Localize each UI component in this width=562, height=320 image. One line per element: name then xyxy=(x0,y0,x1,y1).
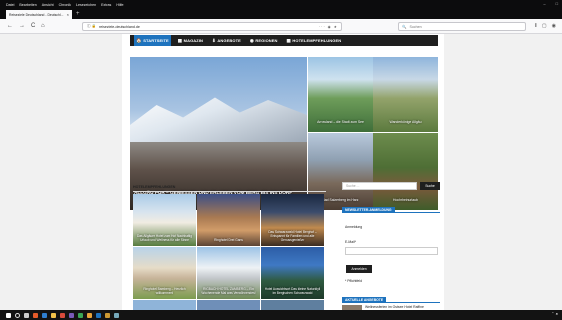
tab-close-icon[interactable]: × xyxy=(67,12,69,17)
hotel-card-caption: RIGBACH HOTEL ZAMBERG – Ein Wochenende M… xyxy=(201,287,256,295)
app-icon[interactable] xyxy=(60,312,65,318)
menu-lesezeichen[interactable]: Lesezeichen xyxy=(76,3,96,7)
grid-icon: ▦ xyxy=(286,37,291,43)
heading-line xyxy=(342,212,440,213)
site-info-icon[interactable]: ⓘ 🔒 xyxy=(87,24,96,29)
menu-chronik[interactable]: Chronik xyxy=(59,3,71,7)
hotel-card[interactable]: Das Schwarzwald Hotel Berghof – Entspann… xyxy=(261,194,324,246)
anmeldung-label: Anmeldung xyxy=(345,225,363,229)
hero-tile[interactable]: Wanderkönige Allgäu xyxy=(373,57,438,132)
minimize-icon[interactable]: – xyxy=(543,1,545,6)
nav-label: REGIONEN xyxy=(255,38,278,43)
task-view-icon[interactable] xyxy=(24,312,29,318)
home-icon: 🏠 xyxy=(136,37,142,43)
nav-magazin[interactable]: ▦ MAGAZIN xyxy=(176,35,205,46)
download-icon: ⬇ xyxy=(212,37,216,43)
app-icon[interactable] xyxy=(96,312,101,318)
nav-regionen[interactable]: ◉ REGIONEN xyxy=(248,35,280,46)
home-icon[interactable]: ⌂ xyxy=(41,23,45,29)
toolbar-icons: ⫴ ▢ ◉ xyxy=(535,23,556,29)
hero-tile[interactable]: Hochrheinurlaub xyxy=(373,133,438,210)
nav-hotelempfehlungen[interactable]: ▦ HOTELEMPFEHLUNGEN xyxy=(285,35,344,46)
hotel-card-caption: Das Schwarzwald Hotel Berghof – Entspann… xyxy=(268,230,317,242)
tab-title: Reiseziele Deutschland - Deutschl... xyxy=(9,12,64,17)
hotel-card-caption: Das Allgäuer Hotel zum Hof Nachhaltig Ur… xyxy=(136,234,193,242)
app-icon[interactable] xyxy=(69,312,74,318)
mountain-image xyxy=(130,97,307,145)
hotel-card-caption: Ringhotel Bamberg – Herzlich willkommen! xyxy=(143,287,186,295)
hotel-card-caption: Hotel Aussichtsort Das kleine Naturidyll… xyxy=(264,287,321,295)
folder-icon[interactable] xyxy=(51,312,56,318)
search-icon[interactable] xyxy=(15,312,20,318)
grid-icon: ▦ xyxy=(177,37,183,43)
hotel-card-caption: Ringhotel Drei Gans xyxy=(214,238,243,242)
library-icon[interactable]: ⫴ xyxy=(535,23,537,29)
page-actions-icon[interactable]: ··· ◉ ★ xyxy=(319,25,338,29)
hero-tile[interactable]: Arrowland – die Stadt zum See xyxy=(308,57,373,132)
offer-teaser[interactable]: Wellnessferien im Ostsee Hotel Raffine xyxy=(365,305,424,309)
search-placeholder: Suchen xyxy=(409,24,422,29)
heading-line xyxy=(342,302,440,303)
email-label: E-Mail* xyxy=(345,240,356,244)
browser-tabbar: Reiseziele Deutschland - Deutschl... × + xyxy=(0,9,562,19)
firefox-icon[interactable] xyxy=(87,312,92,318)
extension-icon[interactable]: ◉ xyxy=(552,23,556,29)
nav-label: MAGAZIN xyxy=(183,38,204,43)
newsletter-heading: NEWSLETTER-ANMELDUNG xyxy=(342,207,440,213)
hero-tile-caption: Arrowland – die Stadt zum See xyxy=(317,120,364,124)
web-page: 🏠 STARTSEITE ▦ MAGAZIN ⬇ ANGEBOTE ◉ REGI… xyxy=(122,34,444,310)
globe-icon: ◉ xyxy=(249,37,254,43)
email-field[interactable] xyxy=(345,247,438,255)
url-text[interactable]: reiseziele-deutschland.de xyxy=(99,25,140,29)
forward-icon[interactable]: → xyxy=(19,23,25,29)
menu-bearbeiten[interactable]: Bearbeiten xyxy=(19,3,36,7)
hero-tile-caption: Wanderkönige Allgäu xyxy=(389,120,422,124)
browser-tab[interactable]: Reiseziele Deutschland - Deutschl... × xyxy=(6,10,72,19)
maximize-icon[interactable]: □ xyxy=(556,1,558,6)
anmelden-button[interactable]: Anmelden xyxy=(346,265,372,273)
site-main-nav: 🏠 STARTSEITE ▦ MAGAZIN ⬇ ANGEBOTE ◉ REGI… xyxy=(130,35,438,46)
sidebar-search-button[interactable]: Suche xyxy=(420,182,440,190)
nav-label: ANGEBOTE xyxy=(217,38,241,43)
hotel-card[interactable]: Hotel Aussichtsort Das kleine Naturidyll… xyxy=(261,247,324,299)
nav-label: HOTELEMPFEHLUNGEN xyxy=(292,38,342,43)
windows-taskbar: ⌃ ᴥ xyxy=(0,310,562,320)
sidebar-search-input[interactable]: Suche ... xyxy=(342,182,417,190)
app-icon[interactable] xyxy=(78,312,83,318)
app-icon[interactable] xyxy=(33,312,38,318)
new-tab-button[interactable]: + xyxy=(76,10,80,18)
back-icon[interactable]: ← xyxy=(7,23,13,29)
app-icon[interactable] xyxy=(42,312,47,318)
hotel-card[interactable] xyxy=(261,300,324,310)
search-icon: 🔍 xyxy=(402,24,407,29)
browser-search-bar[interactable]: 🔍 Suchen xyxy=(398,22,526,31)
app-icon[interactable] xyxy=(105,312,110,318)
hotel-card[interactable]: RIGBACH HOTEL ZAMBERG – Ein Wochenende M… xyxy=(197,247,260,299)
menu-hilfe[interactable]: Hilfe xyxy=(116,3,123,7)
url-bar[interactable]: ⓘ 🔒 reiseziele-deutschland.de ··· ◉ ★ xyxy=(82,22,342,31)
nav-label: STARTSEITE xyxy=(143,38,169,43)
hotel-card[interactable] xyxy=(197,300,260,310)
menu-extras[interactable]: Extras xyxy=(101,3,111,7)
browser-menubar: Datei Bearbeiten Ansicht Chronik Lesezei… xyxy=(0,0,562,9)
sidebar-icon[interactable]: ▢ xyxy=(542,23,547,29)
reload-icon[interactable]: C xyxy=(31,23,35,29)
hotel-card[interactable]: Ringhotel Drei Gans xyxy=(197,194,260,246)
menu-ansicht[interactable]: Ansicht xyxy=(42,3,54,7)
menu-datei[interactable]: Datei xyxy=(6,3,14,7)
start-icon[interactable] xyxy=(6,312,11,318)
system-tray[interactable]: ⌃ ᴥ xyxy=(551,311,558,316)
app-icon[interactable] xyxy=(114,312,119,318)
nav-startseite[interactable]: 🏠 STARTSEITE xyxy=(134,35,171,46)
nav-angebote[interactable]: ⬇ ANGEBOTE xyxy=(210,35,243,46)
browser-navbar: ← → C ⌂ ⓘ 🔒 reiseziele-deutschland.de ··… xyxy=(0,19,562,34)
divider xyxy=(133,191,326,192)
section-title: HOTELEMPFEHLUNGEN xyxy=(133,185,176,189)
offers-heading: AKTUELLE ANGEBOTE xyxy=(342,297,440,303)
hotel-card[interactable]: Das Allgäuer Hotel zum Hof Nachhaltig Ur… xyxy=(133,194,196,246)
hotel-card[interactable] xyxy=(133,300,196,310)
required-note: * Pflichtfeld xyxy=(345,279,362,283)
hero-tile-caption: Hochrheinurlaub xyxy=(393,198,418,202)
hotel-card[interactable]: Ringhotel Bamberg – Herzlich willkommen! xyxy=(133,247,196,299)
